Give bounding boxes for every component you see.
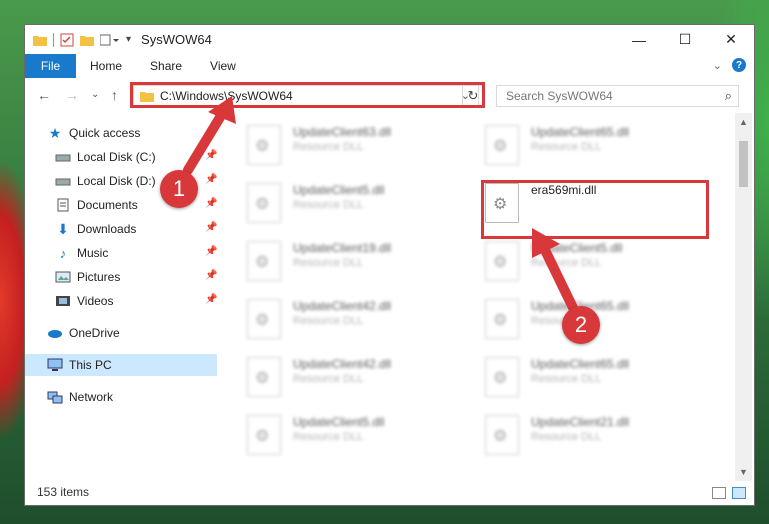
annotation-arrows — [183, 96, 583, 323]
step-1-badge: 1 — [160, 170, 198, 208]
arrow-1 — [183, 96, 236, 175]
arrow-2 — [532, 228, 583, 323]
step-2-badge: 2 — [562, 306, 600, 344]
